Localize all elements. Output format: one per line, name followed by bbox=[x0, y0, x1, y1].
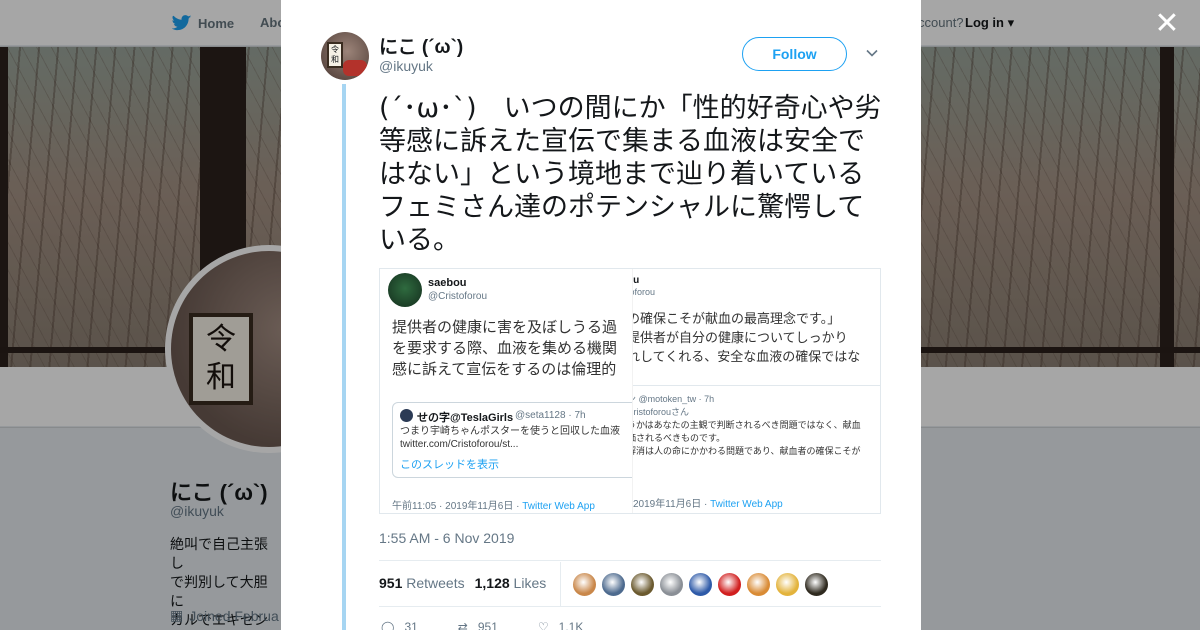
embedded-quote: せの字@TeslaGirls @seta1128 · 7h つまり宇崎ちゃんポス… bbox=[392, 402, 632, 478]
liker-avatar[interactable] bbox=[746, 572, 771, 597]
retweet-icon: ⇄ bbox=[457, 620, 468, 630]
liker-avatar[interactable] bbox=[659, 572, 684, 597]
retweet-action[interactable]: ⇄ 951 bbox=[458, 620, 498, 630]
reply-icon: ◯ bbox=[381, 620, 395, 630]
thread-line bbox=[342, 84, 346, 630]
close-icon[interactable]: ✕ bbox=[1154, 9, 1180, 39]
chevron-down-icon[interactable] bbox=[865, 46, 879, 60]
tweet-image[interactable]: saebou @Cristoforou 提供者の健康に害を及ぼしうる過 を要求す… bbox=[379, 268, 881, 514]
divider bbox=[379, 606, 881, 607]
like-stat[interactable]: 1,128 Likes bbox=[475, 575, 547, 591]
author-name[interactable]: にこ (´ω`) bbox=[379, 32, 463, 59]
like-action[interactable]: ♡ 1.1K bbox=[538, 620, 583, 630]
follow-button[interactable]: Follow bbox=[742, 37, 847, 71]
heart-icon: ♡ bbox=[537, 620, 549, 630]
embedded-handle: @Cristoforou bbox=[428, 291, 488, 302]
liker-avatar[interactable] bbox=[804, 572, 829, 597]
liker-avatar[interactable] bbox=[630, 572, 655, 597]
liker-avatar[interactable] bbox=[717, 572, 742, 597]
divider bbox=[379, 560, 881, 561]
liker-avatar[interactable] bbox=[601, 572, 626, 597]
liker-avatars bbox=[572, 572, 829, 597]
liker-avatar[interactable] bbox=[775, 572, 800, 597]
tweet-stats: 951 Retweets 1,128 Likes bbox=[379, 575, 546, 591]
embedded-name: saebou bbox=[428, 277, 467, 289]
screenshot-left: saebou @Cristoforou 提供者の健康に害を及ぼしうる過 を要求す… bbox=[380, 269, 632, 513]
embedded-time: 午前11:05 · 2019年11月6日 · Twitter Web App bbox=[392, 501, 595, 512]
embedded-avatar bbox=[388, 273, 422, 307]
author-avatar[interactable]: 令和 bbox=[321, 32, 369, 80]
reply-action[interactable]: ◯ 31 bbox=[381, 620, 418, 630]
tweet-modal: 令和 にこ (´ω`) @ikuyuk Follow (´･ω･`) いつの間に… bbox=[281, 0, 921, 630]
screenshot-right: ou toforou の確保こそが献血の最高理念です。」 提供者が自分の健康につ… bbox=[632, 269, 880, 513]
tweet-actions: ◯ 31 ⇄ 951 ♡ 1.1K bbox=[381, 620, 583, 630]
tweet-timestamp[interactable]: 1:55 AM - 6 Nov 2019 bbox=[379, 530, 514, 546]
liker-avatar[interactable] bbox=[688, 572, 713, 597]
author-handle[interactable]: @ikuyuk bbox=[379, 58, 433, 74]
liker-avatar[interactable] bbox=[572, 572, 597, 597]
divider bbox=[560, 562, 561, 606]
embedded-body: 提供者の健康に害を及ぼしうる過 を要求する際、血液を集める機関 感に訴えて宣伝を… bbox=[392, 319, 618, 378]
tweet-text: (´･ω･`) いつの間にか「性的好奇心や劣等感に訴えた宣伝で集まる血液は安全で… bbox=[379, 93, 882, 256]
retweet-stat[interactable]: 951 Retweets bbox=[379, 575, 465, 591]
